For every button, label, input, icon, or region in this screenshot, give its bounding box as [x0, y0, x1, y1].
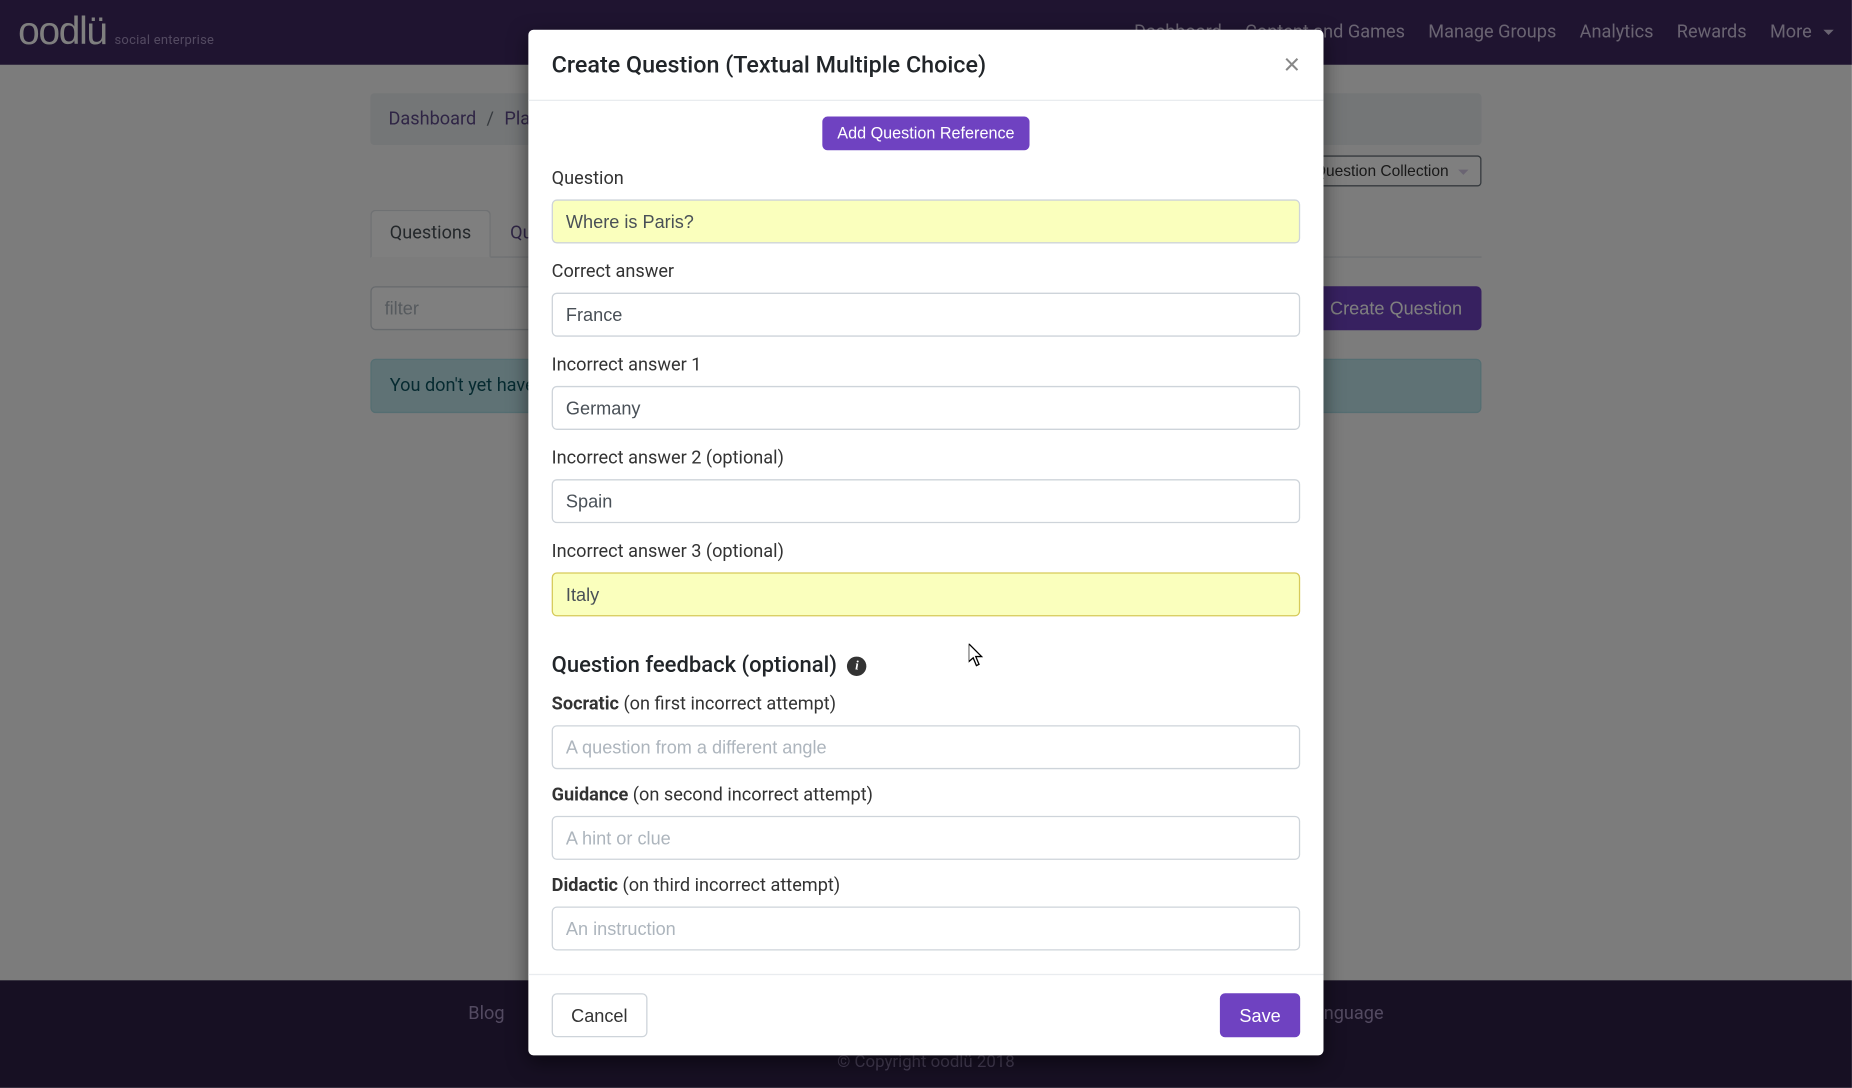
- info-icon[interactable]: i: [847, 656, 866, 675]
- didactic-label: Didactic (on third incorrect attempt): [552, 875, 1301, 896]
- correct-answer-input[interactable]: [552, 293, 1301, 337]
- incorrect1-label: Incorrect answer 1: [552, 355, 1301, 376]
- add-question-reference-button[interactable]: Add Question Reference: [822, 117, 1030, 151]
- guidance-input[interactable]: [552, 816, 1301, 860]
- guidance-label: Guidance (on second incorrect attempt): [552, 785, 1301, 806]
- close-icon[interactable]: ×: [1284, 51, 1301, 79]
- didactic-input[interactable]: [552, 907, 1301, 951]
- save-button[interactable]: Save: [1220, 993, 1300, 1037]
- question-input[interactable]: [552, 199, 1301, 243]
- incorrect3-label: Incorrect answer 3 (optional): [552, 541, 1301, 562]
- modal-title: Create Question (Textual Multiple Choice…: [552, 51, 986, 78]
- incorrect2-label: Incorrect answer 2 (optional): [552, 448, 1301, 469]
- question-label: Question: [552, 168, 1301, 189]
- feedback-section-title: Question feedback (optional) i: [552, 653, 1301, 679]
- socratic-input[interactable]: [552, 725, 1301, 769]
- socratic-label: Socratic (on first incorrect attempt): [552, 694, 1301, 715]
- correct-answer-label: Correct answer: [552, 262, 1301, 283]
- incorrect1-input[interactable]: [552, 386, 1301, 430]
- incorrect3-input[interactable]: [552, 572, 1301, 616]
- incorrect2-input[interactable]: [552, 479, 1301, 523]
- cancel-button[interactable]: Cancel: [552, 993, 647, 1037]
- create-question-modal: Create Question (Textual Multiple Choice…: [528, 30, 1323, 1056]
